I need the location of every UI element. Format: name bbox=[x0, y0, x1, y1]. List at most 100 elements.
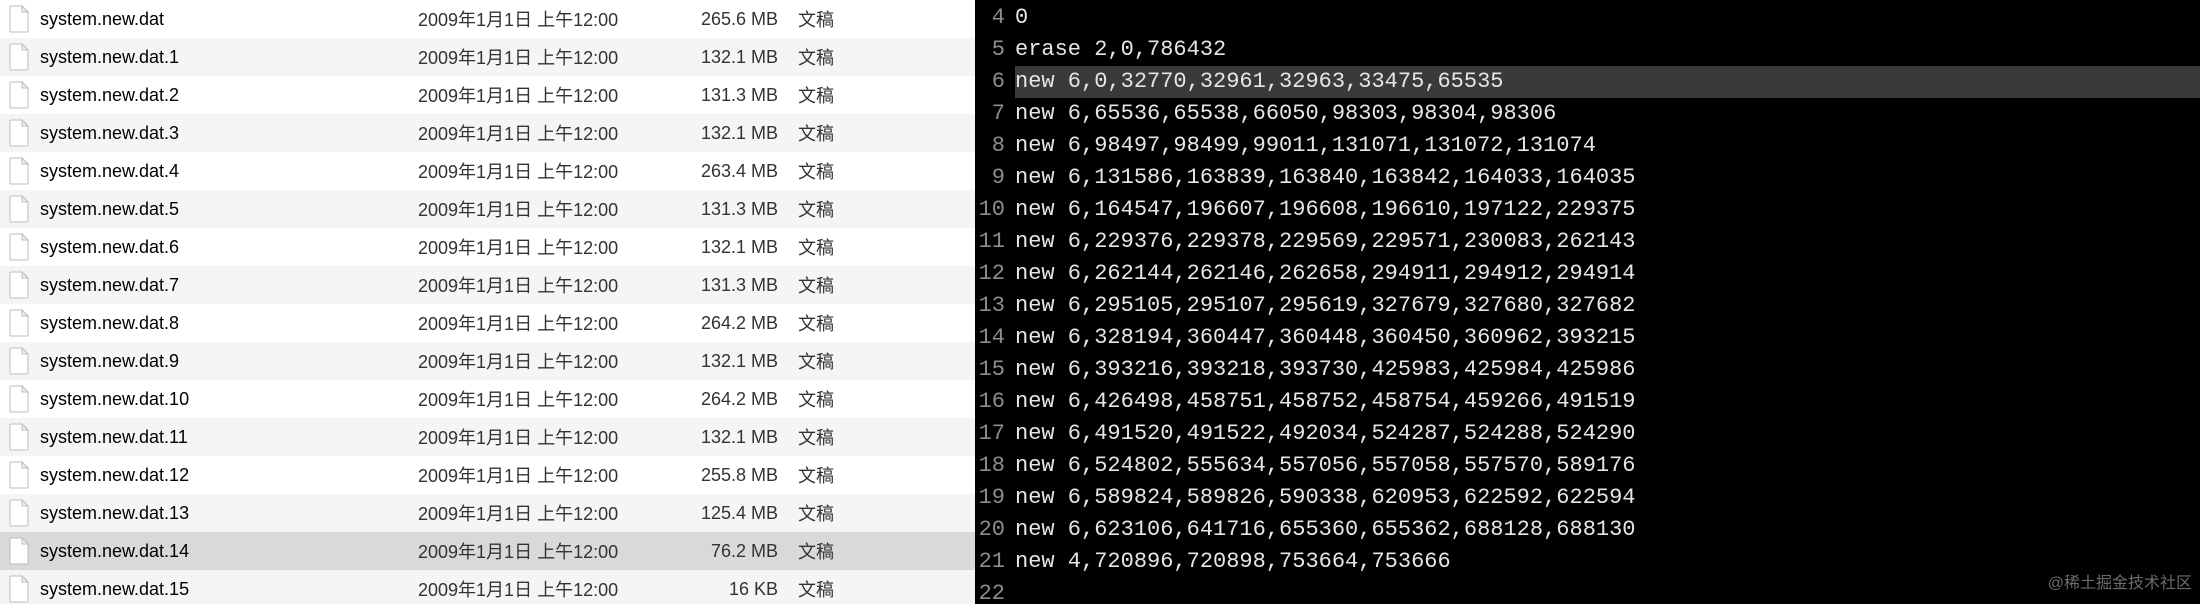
file-size: 255.8 MB bbox=[698, 465, 798, 486]
code-line[interactable]: 5erase 2,0,786432 bbox=[975, 34, 2200, 66]
file-row[interactable]: system.new.dat.12009年1月1日 上午12:00132.1 M… bbox=[0, 38, 975, 76]
code-text: new 6,328194,360447,360448,360450,360962… bbox=[1015, 322, 2200, 354]
file-row[interactable]: system.new.dat.112009年1月1日 上午12:00132.1 … bbox=[0, 418, 975, 456]
file-date: 2009年1月1日 上午12:00 bbox=[418, 272, 698, 298]
line-number: 5 bbox=[975, 34, 1015, 66]
file-date: 2009年1月1日 上午12:00 bbox=[418, 538, 698, 564]
file-size: 132.1 MB bbox=[698, 351, 798, 372]
file-kind: 文稿 bbox=[798, 348, 898, 374]
file-kind: 文稿 bbox=[798, 424, 898, 450]
code-text: new 6,393216,393218,393730,425983,425984… bbox=[1015, 354, 2200, 386]
code-line[interactable]: 40 bbox=[975, 2, 2200, 34]
code-line[interactable]: 19new 6,589824,589826,590338,620953,6225… bbox=[975, 482, 2200, 514]
file-date: 2009年1月1日 上午12:00 bbox=[418, 576, 698, 602]
file-name: system.new.dat.11 bbox=[40, 427, 418, 448]
file-name: system.new.dat.14 bbox=[40, 541, 418, 562]
file-name: system.new.dat.9 bbox=[40, 351, 418, 372]
code-line[interactable]: 11new 6,229376,229378,229569,229571,2300… bbox=[975, 226, 2200, 258]
file-name: system.new.dat bbox=[40, 9, 418, 30]
file-name: system.new.dat.8 bbox=[40, 313, 418, 334]
file-list-pane[interactable]: system.new.dat2009年1月1日 上午12:00265.6 MB文… bbox=[0, 0, 975, 604]
file-icon bbox=[8, 575, 30, 603]
code-line[interactable]: 21new 4,720896,720898,753664,753666 bbox=[975, 546, 2200, 578]
code-lines: 405erase 2,0,7864326new 6,0,32770,32961,… bbox=[975, 2, 2200, 610]
file-kind: 文稿 bbox=[798, 82, 898, 108]
file-size: 131.3 MB bbox=[698, 199, 798, 220]
file-size: 132.1 MB bbox=[698, 123, 798, 144]
file-name: system.new.dat.5 bbox=[40, 199, 418, 220]
code-line[interactable]: 10new 6,164547,196607,196608,196610,1971… bbox=[975, 194, 2200, 226]
file-size: 125.4 MB bbox=[698, 503, 798, 524]
file-icon bbox=[8, 423, 30, 451]
file-row[interactable]: system.new.dat.52009年1月1日 上午12:00131.3 M… bbox=[0, 190, 975, 228]
file-kind: 文稿 bbox=[798, 44, 898, 70]
file-date: 2009年1月1日 上午12:00 bbox=[418, 196, 698, 222]
code-text: new 6,295105,295107,295619,327679,327680… bbox=[1015, 290, 2200, 322]
file-row[interactable]: system.new.dat.122009年1月1日 上午12:00255.8 … bbox=[0, 456, 975, 494]
file-name: system.new.dat.2 bbox=[40, 85, 418, 106]
file-kind: 文稿 bbox=[798, 196, 898, 222]
file-row[interactable]: system.new.dat.132009年1月1日 上午12:00125.4 … bbox=[0, 494, 975, 532]
file-row[interactable]: system.new.dat.32009年1月1日 上午12:00132.1 M… bbox=[0, 114, 975, 152]
code-editor-pane[interactable]: 405erase 2,0,7864326new 6,0,32770,32961,… bbox=[975, 0, 2200, 604]
file-date: 2009年1月1日 上午12:00 bbox=[418, 310, 698, 336]
file-size: 131.3 MB bbox=[698, 275, 798, 296]
file-size: 76.2 MB bbox=[698, 541, 798, 562]
file-size: 265.6 MB bbox=[698, 9, 798, 30]
code-line[interactable]: 6new 6,0,32770,32961,32963,33475,65535 bbox=[975, 66, 2200, 98]
file-date: 2009年1月1日 上午12:00 bbox=[418, 234, 698, 260]
file-date: 2009年1月1日 上午12:00 bbox=[418, 120, 698, 146]
file-row[interactable]: system.new.dat.62009年1月1日 上午12:00132.1 M… bbox=[0, 228, 975, 266]
file-kind: 文稿 bbox=[798, 576, 898, 602]
line-number: 10 bbox=[975, 194, 1015, 226]
file-row[interactable]: system.new.dat.152009年1月1日 上午12:0016 KB文… bbox=[0, 570, 975, 604]
code-text: new 6,589824,589826,590338,620953,622592… bbox=[1015, 482, 2200, 514]
line-number: 4 bbox=[975, 2, 1015, 34]
code-text: new 6,98497,98499,99011,131071,131072,13… bbox=[1015, 130, 2200, 162]
code-text: new 6,65536,65538,66050,98303,98304,9830… bbox=[1015, 98, 2200, 130]
code-line[interactable]: 18new 6,524802,555634,557056,557058,5575… bbox=[975, 450, 2200, 482]
code-text: new 6,0,32770,32961,32963,33475,65535 bbox=[1015, 66, 2200, 98]
file-icon bbox=[8, 157, 30, 185]
code-line[interactable]: 7new 6,65536,65538,66050,98303,98304,983… bbox=[975, 98, 2200, 130]
code-line[interactable]: 12new 6,262144,262146,262658,294911,2949… bbox=[975, 258, 2200, 290]
code-line[interactable]: 15new 6,393216,393218,393730,425983,4259… bbox=[975, 354, 2200, 386]
file-name: system.new.dat.13 bbox=[40, 503, 418, 524]
line-number: 20 bbox=[975, 514, 1015, 546]
file-icon bbox=[8, 195, 30, 223]
line-number: 16 bbox=[975, 386, 1015, 418]
file-size: 264.2 MB bbox=[698, 389, 798, 410]
file-row[interactable]: system.new.dat.72009年1月1日 上午12:00131.3 M… bbox=[0, 266, 975, 304]
code-line[interactable]: 14new 6,328194,360447,360448,360450,3609… bbox=[975, 322, 2200, 354]
line-number: 7 bbox=[975, 98, 1015, 130]
line-number: 18 bbox=[975, 450, 1015, 482]
line-number: 14 bbox=[975, 322, 1015, 354]
code-line[interactable]: 22 bbox=[975, 578, 2200, 610]
line-number: 6 bbox=[975, 66, 1015, 98]
file-row[interactable]: system.new.dat.102009年1月1日 上午12:00264.2 … bbox=[0, 380, 975, 418]
file-row[interactable]: system.new.dat.92009年1月1日 上午12:00132.1 M… bbox=[0, 342, 975, 380]
code-line[interactable]: 16new 6,426498,458751,458752,458754,4592… bbox=[975, 386, 2200, 418]
file-date: 2009年1月1日 上午12:00 bbox=[418, 82, 698, 108]
file-date: 2009年1月1日 上午12:00 bbox=[418, 424, 698, 450]
file-icon bbox=[8, 499, 30, 527]
file-date: 2009年1月1日 上午12:00 bbox=[418, 386, 698, 412]
code-line[interactable]: 13new 6,295105,295107,295619,327679,3276… bbox=[975, 290, 2200, 322]
file-row[interactable]: system.new.dat2009年1月1日 上午12:00265.6 MB文… bbox=[0, 0, 975, 38]
file-kind: 文稿 bbox=[798, 6, 898, 32]
line-number: 9 bbox=[975, 162, 1015, 194]
code-line[interactable]: 17new 6,491520,491522,492034,524287,5242… bbox=[975, 418, 2200, 450]
file-name: system.new.dat.6 bbox=[40, 237, 418, 258]
file-icon bbox=[8, 537, 30, 565]
file-row[interactable]: system.new.dat.22009年1月1日 上午12:00131.3 M… bbox=[0, 76, 975, 114]
file-name: system.new.dat.10 bbox=[40, 389, 418, 410]
code-text: new 6,524802,555634,557056,557058,557570… bbox=[1015, 450, 2200, 482]
file-row[interactable]: system.new.dat.82009年1月1日 上午12:00264.2 M… bbox=[0, 304, 975, 342]
file-row[interactable]: system.new.dat.142009年1月1日 上午12:0076.2 M… bbox=[0, 532, 975, 570]
code-line[interactable]: 9new 6,131586,163839,163840,163842,16403… bbox=[975, 162, 2200, 194]
code-line[interactable]: 8new 6,98497,98499,99011,131071,131072,1… bbox=[975, 130, 2200, 162]
file-row[interactable]: system.new.dat.42009年1月1日 上午12:00263.4 M… bbox=[0, 152, 975, 190]
code-line[interactable]: 20new 6,623106,641716,655360,655362,6881… bbox=[975, 514, 2200, 546]
line-number: 22 bbox=[975, 578, 1015, 610]
code-text bbox=[1015, 578, 2200, 610]
